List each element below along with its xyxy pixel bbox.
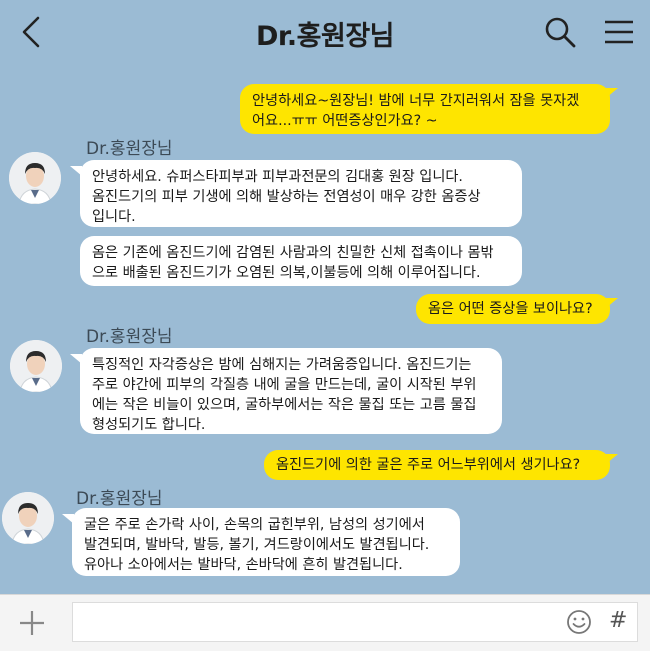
bubble-tail: [606, 298, 618, 308]
sender-name: Dr.홍원장님: [76, 489, 163, 509]
avatar[interactable]: [10, 340, 62, 392]
bubble-tail: [70, 354, 82, 364]
hashtag-search-button[interactable]: #: [609, 608, 627, 633]
avatar[interactable]: [2, 492, 54, 544]
bubble-tail: [70, 166, 82, 176]
doctor-avatar-icon: [2, 492, 54, 544]
sender-name: Dr.홍원장님: [86, 327, 173, 347]
bubble-tail: [62, 514, 74, 524]
avatar[interactable]: [9, 152, 61, 204]
message-input[interactable]: #: [72, 602, 638, 642]
message-input-bar: #: [0, 594, 650, 651]
message-bubble-doctor[interactable]: 특징적인 자각증상은 밤에 심해지는 가려움증입니다. 옴진드기는 주로 야간에…: [80, 348, 502, 434]
message-bubble-mine[interactable]: 안녕하세요~원장님! 밤에 너무 간지러워서 잠을 못자겠 어요...ㅠㅠ 어떤…: [240, 84, 610, 134]
doctor-avatar-icon: [10, 340, 62, 392]
sender-name: Dr.홍원장님: [86, 139, 173, 159]
message-bubble-mine[interactable]: 옴은 어떤 증상을 보이나요?: [416, 294, 610, 324]
bubble-tail: [606, 88, 618, 98]
doctor-avatar-icon: [9, 152, 61, 204]
bubble-tail: [606, 454, 618, 464]
plus-icon[interactable]: [18, 609, 46, 637]
menu-icon[interactable]: [602, 16, 636, 48]
emoji-icon[interactable]: [566, 609, 592, 635]
message-bubble-doctor[interactable]: 안녕하세요. 슈퍼스타피부과 피부과전문의 김대홍 원장 입니다. 옴진드기의 …: [80, 160, 522, 227]
message-bubble-mine[interactable]: 옴진드기에 의한 굴은 주로 어느부위에서 생기나요?: [264, 450, 610, 480]
message-bubble-doctor[interactable]: 옴은 기존에 옴진드기에 감염된 사람과의 친밀한 신체 접촉이나 몸밖 으로 …: [80, 236, 522, 286]
search-icon[interactable]: [543, 15, 577, 49]
chat-header: Dr.홍원장님: [0, 0, 650, 64]
message-bubble-doctor[interactable]: 굴은 주로 손가락 사이, 손목의 굽힌부위, 남성의 성기에서 발견되며, 발…: [72, 508, 460, 576]
